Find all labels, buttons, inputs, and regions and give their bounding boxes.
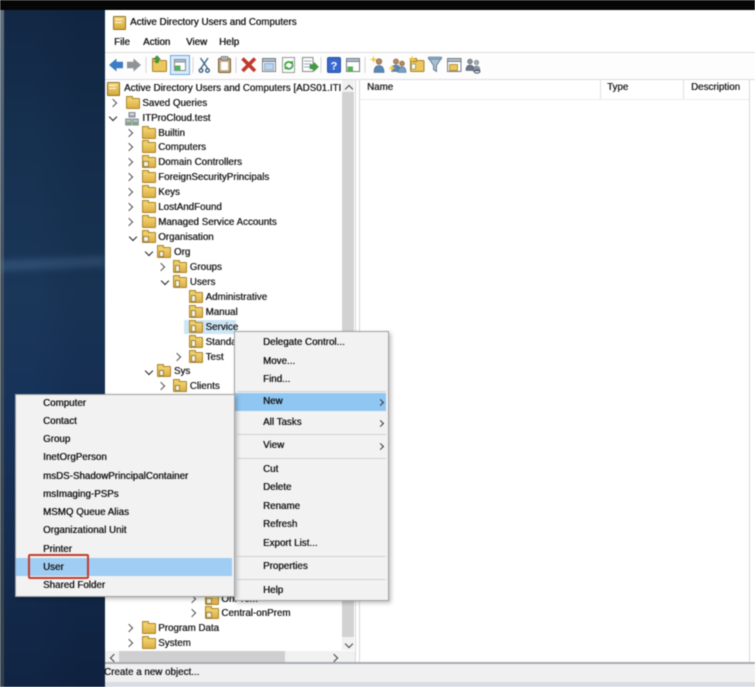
svg-text:?: ? <box>331 61 338 73</box>
